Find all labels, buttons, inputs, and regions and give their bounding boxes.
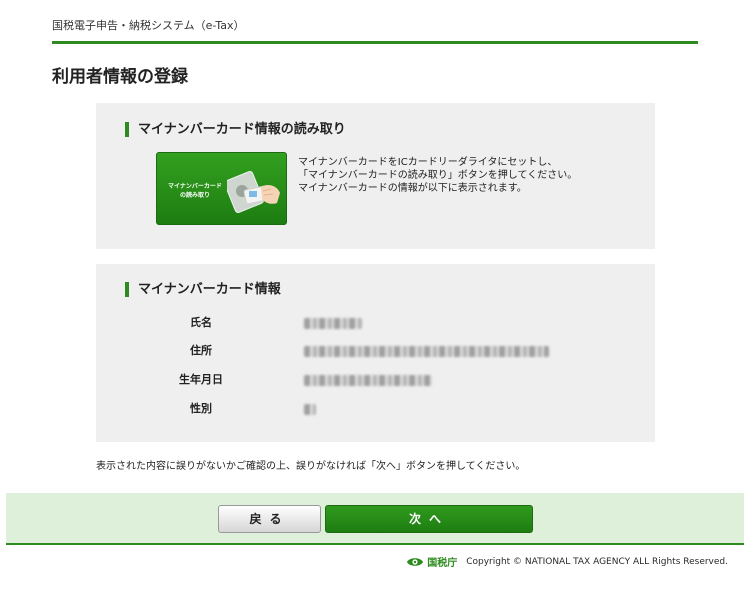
info-row-gender: 性別 bbox=[96, 399, 655, 419]
footer: 国税庁 Copyright © NATIONAL TAX AGENCY ALL … bbox=[406, 554, 728, 569]
copyright-text: Copyright © NATIONAL TAX AGENCY ALL Righ… bbox=[466, 556, 728, 567]
info-value-name-redacted bbox=[304, 318, 362, 329]
nta-logo[interactable]: 国税庁 bbox=[406, 554, 457, 569]
page-title: 利用者情報の登録 bbox=[52, 67, 188, 87]
action-bar: 戻る 次へ bbox=[6, 493, 744, 545]
section-heading-card-info: マイナンバーカード情報 bbox=[125, 282, 281, 297]
nta-logo-text: 国税庁 bbox=[427, 558, 458, 569]
card-reader-icon bbox=[227, 171, 280, 213]
read-instructions: マイナンバーカードをICカードリーダライタにセットし、 「マイナンバーカードの読… bbox=[298, 157, 578, 194]
info-label-address: 住所 bbox=[190, 344, 212, 357]
info-value-address-redacted bbox=[304, 346, 549, 357]
read-mynumber-card-button[interactable]: マイナンバーカード の読み取り bbox=[156, 152, 287, 225]
confirmation-note: 表示された内容に誤りがないかご確認の上、誤りがなければ「次へ」ボタンを押してくだ… bbox=[96, 461, 526, 472]
info-label-birthdate: 生年月日 bbox=[179, 373, 223, 386]
info-row-birthdate: 生年月日 bbox=[96, 370, 655, 390]
header-divider bbox=[52, 41, 698, 44]
next-button[interactable]: 次へ bbox=[325, 505, 533, 533]
info-value-gender-redacted bbox=[304, 404, 316, 415]
back-button[interactable]: 戻る bbox=[218, 505, 321, 533]
nta-emblem-icon bbox=[407, 557, 424, 566]
info-row-address: 住所 bbox=[96, 341, 655, 361]
info-label-gender: 性別 bbox=[190, 402, 212, 415]
read-card-button-label: マイナンバーカード の読み取り bbox=[168, 183, 222, 199]
app-title: 国税電子申告・納税システム（e-Tax） bbox=[52, 19, 245, 32]
section-heading-card-read: マイナンバーカード情報の読み取り bbox=[125, 122, 346, 137]
card-info-panel: マイナンバーカード情報 氏名 住所 生年月日 性別 bbox=[96, 264, 655, 442]
info-value-birthdate-redacted bbox=[304, 375, 432, 386]
info-row-name: 氏名 bbox=[96, 313, 655, 333]
info-label-name: 氏名 bbox=[190, 316, 212, 329]
card-read-panel: マイナンバーカード情報の読み取り マイナンバーカード の読み取り マイナンバーカ… bbox=[96, 103, 655, 249]
